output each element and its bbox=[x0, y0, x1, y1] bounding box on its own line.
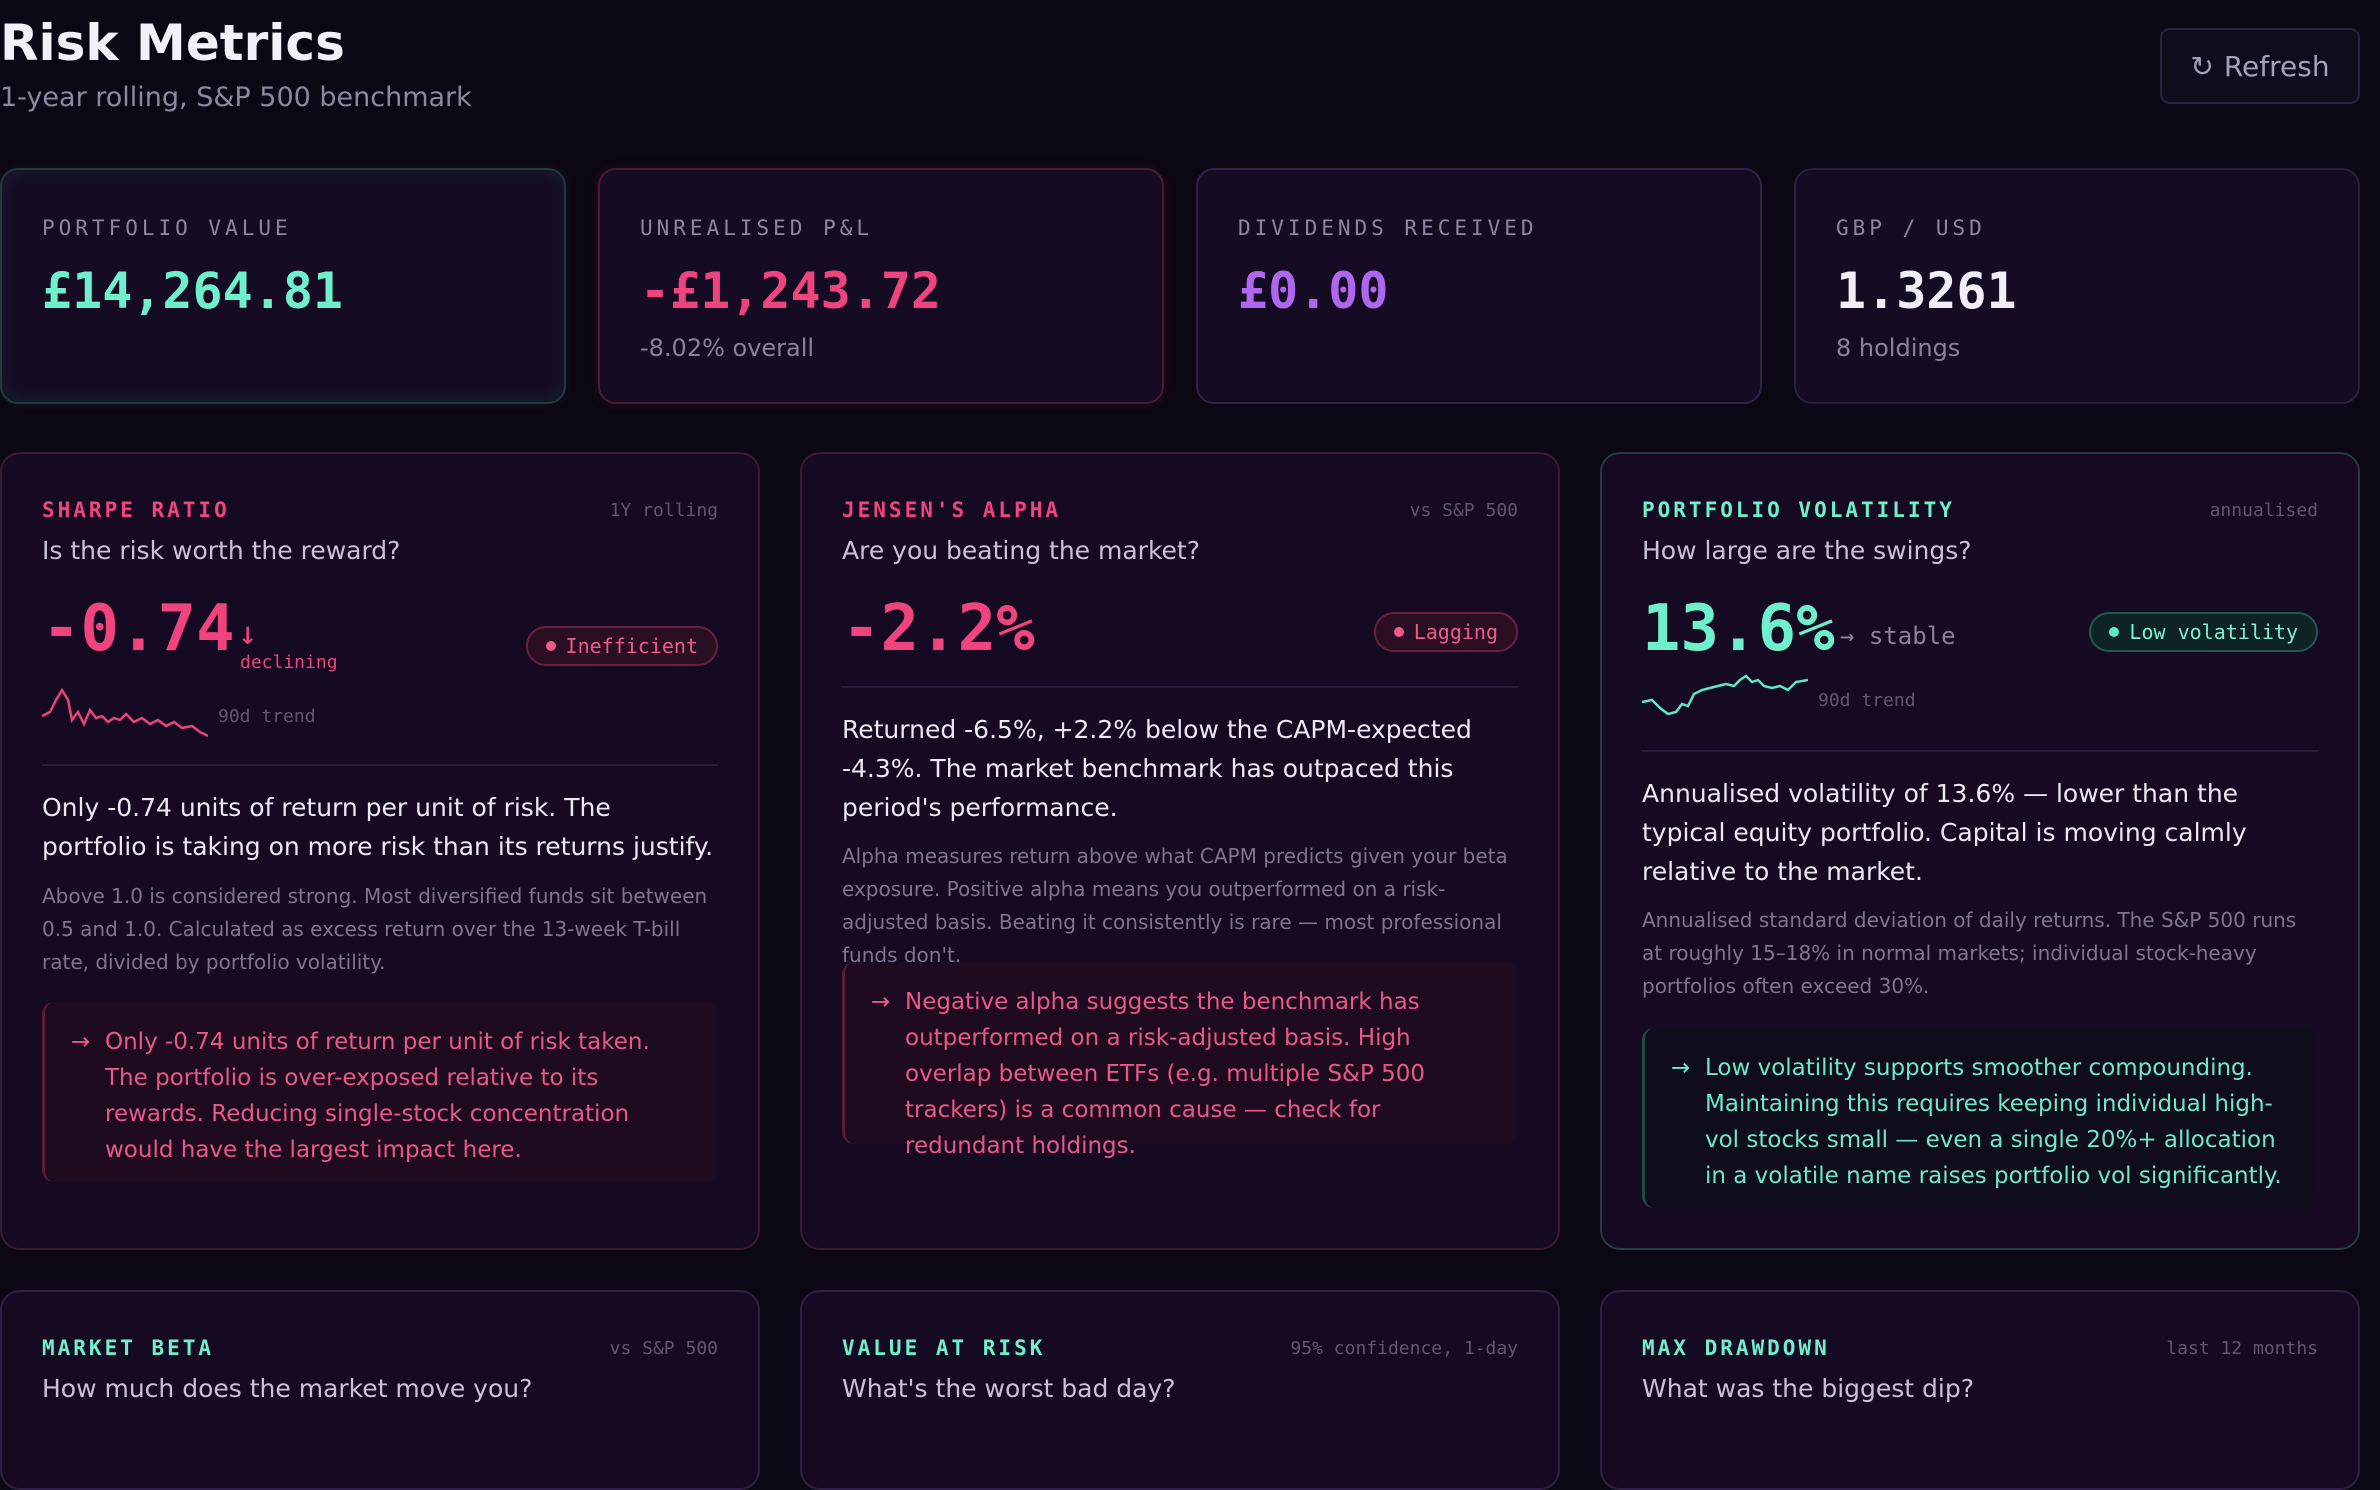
page-subtitle: 1-year rolling, S&P 500 benchmark bbox=[0, 82, 472, 113]
divider bbox=[42, 764, 718, 766]
callout-text: Negative alpha suggests the benchmark ha… bbox=[905, 989, 1426, 1159]
trend-label: declining bbox=[240, 652, 338, 673]
sparkline-chart bbox=[1642, 674, 1808, 716]
page-header: Risk Metrics 1-year rolling, S&P 500 ben… bbox=[0, 0, 2380, 150]
card-kicker: JENSEN'S ALPHA bbox=[842, 498, 1062, 522]
stat-label: GBP / USD bbox=[1836, 216, 1986, 240]
sparkline-chart bbox=[42, 687, 208, 738]
arrow-right-icon: → bbox=[71, 1029, 91, 1055]
alpha-value: -2.2% bbox=[842, 592, 1035, 666]
stat-value: -£1,243.72 bbox=[640, 262, 942, 320]
stat-label: DIVIDENDS RECEIVED bbox=[1238, 216, 1538, 240]
arrow-down-icon: ↓ bbox=[238, 614, 258, 652]
badge-label: Low volatility bbox=[2129, 620, 2298, 644]
arrow-right-icon: → bbox=[1671, 1055, 1691, 1081]
sparkline-line bbox=[42, 687, 208, 738]
status-dot-icon bbox=[2109, 627, 2120, 637]
card-tag: last 12 months bbox=[2166, 1338, 2318, 1359]
badge-label: Inefficient bbox=[565, 634, 698, 658]
stat-card-dividends: DIVIDENDS RECEIVED £0.00 bbox=[1196, 168, 1762, 404]
card-tag: annualised bbox=[2209, 500, 2318, 521]
card-note: Annualised standard deviation of daily r… bbox=[1642, 908, 2297, 998]
card-question: How large are the swings? bbox=[1642, 536, 1972, 565]
card-description: Annualised volatility of 13.6% — lower t… bbox=[1642, 779, 2247, 886]
card-value-at-risk: VALUE AT RISK 95% confidence, 1-day What… bbox=[800, 1290, 1560, 1490]
card-note: Above 1.0 is considered strong. Most div… bbox=[42, 884, 708, 974]
refresh-label: Refresh bbox=[2223, 49, 2330, 83]
stat-card-portfolio-value: PORTFOLIO VALUE £14,264.81 bbox=[0, 168, 566, 404]
stat-label: UNREALISED P&L bbox=[640, 216, 874, 240]
stat-sub: 8 holdings bbox=[1836, 334, 1961, 362]
card-question: What was the biggest dip? bbox=[1642, 1374, 1975, 1403]
status-badge: Inefficient bbox=[525, 626, 718, 666]
card-kicker: SHARPE RATIO bbox=[42, 498, 230, 522]
card-sharpe-ratio: SHARPE RATIO 1Y rolling Is the risk wort… bbox=[0, 452, 760, 1250]
volatility-value: 13.6% bbox=[1642, 592, 1835, 666]
callout-box: → Negative alpha suggests the benchmark … bbox=[842, 962, 1518, 1159]
refresh-button[interactable]: ↻ Refresh bbox=[2160, 28, 2360, 104]
stat-value: 1.3261 bbox=[1836, 262, 2017, 320]
card-kicker: VALUE AT RISK bbox=[842, 1336, 1046, 1360]
callout-text: Low volatility supports smoother compoun… bbox=[1705, 1055, 2282, 1189]
card-market-beta: MARKET BETA vs S&P 500 How much does the… bbox=[0, 1290, 760, 1490]
card-jensens-alpha: JENSEN'S ALPHA vs S&P 500 Are you beatin… bbox=[800, 452, 1560, 1250]
sparkline-label: 90d trend bbox=[218, 706, 316, 727]
card-description: Returned -6.5%, +2.2% below the CAPM-exp… bbox=[842, 715, 1472, 822]
status-dot-icon bbox=[545, 641, 556, 651]
arrow-right-icon: → bbox=[871, 989, 891, 1015]
card-question: Are you beating the market? bbox=[842, 536, 1200, 565]
card-question: What's the worst bad day? bbox=[842, 1374, 1176, 1403]
stat-card-gbp-usd: GBP / USD 1.3261 8 holdings bbox=[1794, 168, 2360, 404]
divider bbox=[1642, 750, 2318, 752]
status-badge: Lagging bbox=[1373, 612, 1518, 652]
card-tag: vs S&P 500 bbox=[1409, 500, 1518, 521]
card-tag: 1Y rolling bbox=[609, 500, 718, 521]
card-description: Only -0.74 units of return per unit of r… bbox=[42, 793, 714, 861]
stat-sub: -8.02% overall bbox=[640, 334, 815, 362]
stat-label: PORTFOLIO VALUE bbox=[42, 216, 292, 240]
card-question: Is the risk worth the reward? bbox=[42, 536, 401, 565]
stat-card-unrealised-pnl: UNREALISED P&L -£1,243.72 -8.02% overall bbox=[598, 168, 1164, 404]
card-tag: 95% confidence, 1-day bbox=[1290, 1338, 1518, 1359]
card-kicker: PORTFOLIO VOLATILITY bbox=[1642, 498, 1955, 522]
card-kicker: MARKET BETA bbox=[42, 1336, 215, 1360]
callout-text: Only -0.74 units of return per unit of r… bbox=[105, 1029, 650, 1163]
sparkline-label: 90d trend bbox=[1818, 690, 1916, 711]
trend-label: → stable bbox=[1840, 622, 1956, 650]
stat-value: £14,264.81 bbox=[42, 262, 344, 320]
callout-box: → Only -0.74 units of return per unit of… bbox=[42, 1002, 718, 1182]
stat-value: £0.00 bbox=[1238, 262, 1389, 320]
card-kicker: MAX DRAWDOWN bbox=[1642, 1336, 1830, 1360]
status-badge: Low volatility bbox=[2089, 612, 2318, 652]
card-tag: vs S&P 500 bbox=[609, 1338, 718, 1359]
sharpe-value: -0.74 bbox=[42, 592, 235, 666]
card-portfolio-volatility: PORTFOLIO VOLATILITY annualised How larg… bbox=[1600, 452, 2360, 1250]
card-note: Alpha measures return above what CAPM pr… bbox=[842, 844, 1508, 967]
page-title: Risk Metrics bbox=[0, 14, 345, 72]
sparkline-line bbox=[1642, 674, 1808, 716]
refresh-icon: ↻ bbox=[2190, 49, 2214, 83]
card-question: How much does the market move you? bbox=[42, 1374, 533, 1403]
badge-label: Lagging bbox=[1413, 620, 1498, 644]
callout-box: → Low volatility supports smoother compo… bbox=[1642, 1028, 2318, 1208]
status-dot-icon bbox=[1393, 627, 1404, 637]
card-max-drawdown: MAX DRAWDOWN last 12 months What was the… bbox=[1600, 1290, 2360, 1490]
divider bbox=[842, 686, 1518, 688]
